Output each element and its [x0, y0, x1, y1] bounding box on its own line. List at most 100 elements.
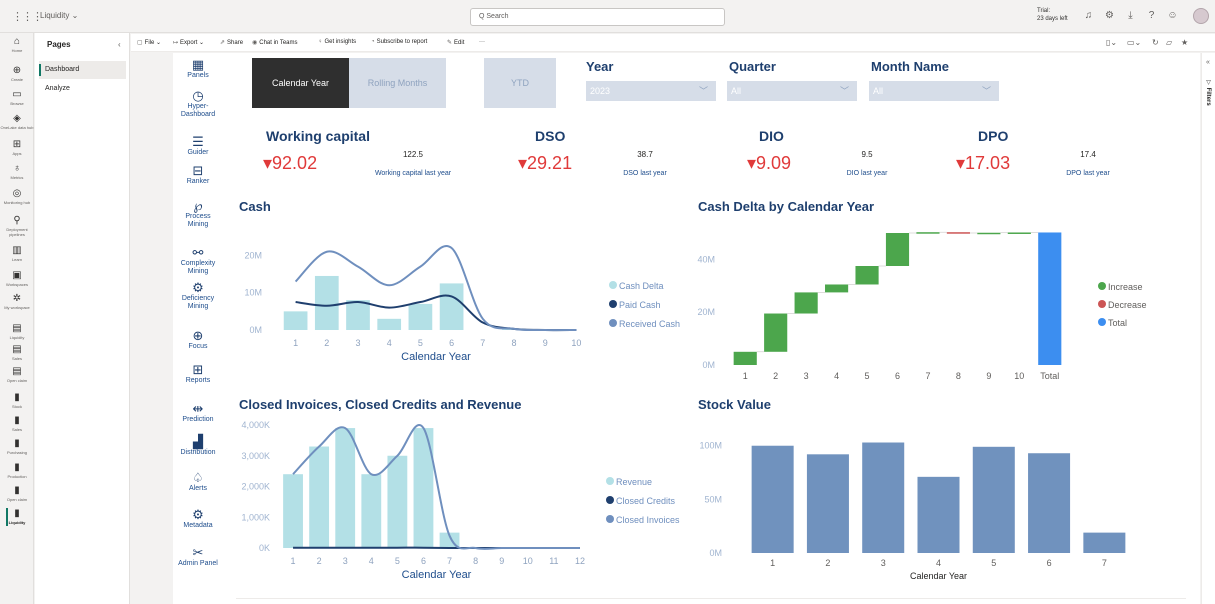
bar-chart-icon: ▮ — [14, 415, 20, 426]
rail-item-label: Monitoring hub — [3, 200, 31, 205]
rail-item-label: Create — [10, 77, 23, 82]
rocket-icon: ⚲ — [13, 215, 21, 226]
plus-icon: ⊕ — [12, 65, 22, 76]
cash-delta-chart[interactable]: 0M 20M 40M 1 2 3 4 5 6 7 8 9 10 Total Increase Decrease… — [690, 225, 1190, 390]
rail-item-stock[interactable]: ▮ Stock — [0, 392, 34, 409]
rail-item-label: My workspace — [4, 305, 30, 310]
rail-item-metrics[interactable]: ♁ Metrics — [0, 163, 34, 180]
nav-focus[interactable]: ⊕ Focus — [176, 328, 220, 351]
rail-item-production[interactable]: ▮ Production — [0, 462, 34, 479]
filters-pane[interactable]: « ▽ Filters — [1201, 53, 1215, 604]
download-icon[interactable]: ⤓ — [1120, 10, 1141, 21]
nav-process-mining[interactable]: ℘ Process Mining — [176, 198, 220, 229]
search-input[interactable]: Q Search — [470, 8, 725, 26]
y-tick-label: 20M — [697, 307, 715, 317]
ranker-icon: ⊟ — [192, 163, 204, 178]
nav-complexity-mining[interactable]: ⚯ Complexity Mining — [176, 245, 220, 276]
rail-item-deployment-pipelines[interactable]: ⚲ Deployment pipelines — [0, 215, 34, 237]
rail-item-open-claim[interactable]: ▤ Open claim — [0, 366, 34, 383]
workspace-breadcrumb[interactable]: Liquidity ⌄ — [40, 11, 78, 20]
top-bar: ⋮⋮⋮ Liquidity ⌄ Q Search Trial: 23 days … — [0, 0, 1215, 33]
x-tick-label: 5 — [865, 371, 870, 381]
rolling-months-button[interactable]: Rolling Months — [349, 58, 446, 108]
avatar[interactable] — [1193, 8, 1209, 24]
rail-item-apps[interactable]: ⊞ Apps — [0, 139, 34, 156]
share-button[interactable]: ⇗ Share — [220, 39, 243, 46]
stock-chart[interactable]: 0M 50M 100M 1 2 3 4 5 6 7 Calendar Year — [690, 425, 1190, 590]
bell-icon[interactable]: ♫ — [1078, 10, 1099, 21]
rail-item-sales[interactable]: ▤ Sales — [0, 344, 34, 361]
ytd-button[interactable]: YTD — [484, 58, 556, 108]
rail-item-purchasing[interactable]: ▮ Purchasing — [0, 438, 34, 455]
nav-distribution[interactable]: ▟ Distribution — [176, 434, 220, 457]
rail-item-liquidity[interactable]: ▮ Liquidity — [0, 508, 34, 526]
quarter-dropdown[interactable]: All ﹀ — [727, 81, 857, 101]
x-tick-label: 4 — [834, 371, 839, 381]
rail-item-my-workspace[interactable]: ✲ My workspace — [0, 293, 34, 310]
nav-admin-panel[interactable]: ✂ Admin Panel — [176, 545, 220, 568]
month-dropdown[interactable]: All ﹀ — [869, 81, 999, 101]
feedback-icon[interactable]: ☺ — [1162, 10, 1183, 21]
nav-guider[interactable]: ☰ Guider — [176, 134, 220, 157]
rail-item-learn[interactable]: ▥ Learn — [0, 245, 34, 262]
insights-button[interactable]: ♀ Get insights — [318, 39, 356, 45]
rail-item-label: Sales — [11, 356, 22, 361]
rail-item-label: Liquidity — [8, 520, 26, 525]
rail-item-workspaces[interactable]: ▣ Workspaces — [0, 270, 34, 287]
nav-ranker[interactable]: ⊟ Ranker — [176, 163, 220, 186]
rail-item-open-claim[interactable]: ▮ Open claim — [0, 485, 34, 502]
view-icon[interactable]: ▭⌄ — [1127, 38, 1141, 47]
trial-status: Trial: 23 days left — [1037, 8, 1068, 22]
bar-cash-delta — [346, 300, 370, 330]
pages-panel: Pages ‹ Dashboard Analyze — [35, 33, 130, 604]
nav-metadata[interactable]: ⚙ Metadata — [176, 507, 220, 530]
x-tick-label: 6 — [449, 338, 454, 348]
page-item-dashboard[interactable]: Dashboard — [39, 61, 126, 79]
bookmark-icon[interactable]: ▯⌄ — [1106, 38, 1117, 47]
rail-item-label: Liquidity — [9, 335, 25, 340]
x-tick-label: 7 — [447, 556, 452, 566]
x-tick-label: 8 — [473, 556, 478, 566]
nav-reports[interactable]: ⊞ Reports — [176, 362, 220, 385]
nav-panels[interactable]: ▦ Panels — [176, 57, 220, 80]
cash-chart[interactable]: 0M 10M 20M 1 2 3 4 5 6 7 8 9 10 Calendar Year Cash Del… — [230, 225, 690, 390]
rail-item-monitoring-hub[interactable]: ◎ Monitoring hub — [0, 188, 34, 205]
rail-item-home[interactable]: ⌂ Home — [0, 36, 34, 53]
help-icon[interactable]: ? — [1141, 10, 1162, 21]
refresh-icon[interactable]: ↻ — [1152, 38, 1159, 47]
rail-item-browse[interactable]: ▭ Browse — [0, 89, 34, 106]
rail-item-liquidity[interactable]: ▤ Liquidity — [0, 323, 34, 340]
nav-prediction[interactable]: ⇹ Prediction — [176, 401, 220, 424]
favorite-icon[interactable]: ★ — [1181, 38, 1188, 47]
more-options[interactable]: ··· — [479, 39, 485, 45]
expand-icon[interactable]: « — [1206, 59, 1210, 66]
y-tick-label: 10M — [244, 288, 262, 298]
app-launcher-icon[interactable]: ⋮⋮⋮ — [12, 10, 43, 23]
nav-hyper-dashboard[interactable]: ◷ Hyper-Dashboard — [176, 88, 220, 119]
file-menu[interactable]: ▢ File ⌄ — [137, 39, 161, 46]
rail-item-onelake-data-hub[interactable]: ◈ OneLake data hub — [0, 113, 34, 130]
subscribe-button[interactable]: ◔ Subscribe to report — [371, 39, 427, 45]
invoices-chart-title: Closed Invoices, Closed Credits and Reve… — [239, 397, 522, 412]
kpi-dso-ly: 38.7 — [637, 150, 653, 159]
kpi-working-capital-value: ▾92.02 — [263, 153, 318, 173]
edit-button[interactable]: ✎ Edit — [447, 39, 464, 46]
x-tick-label: 3 — [355, 338, 360, 348]
comment-icon[interactable]: ▱ — [1166, 38, 1172, 47]
bar-chart-icon: ▮ — [14, 462, 20, 473]
bar-chart-icon: ▮ — [14, 508, 20, 519]
nav-deficiency-mining[interactable]: ⚙ Deficiency Mining — [176, 280, 220, 311]
settings-icon[interactable]: ⚙ — [1099, 10, 1120, 21]
rail-item-sales[interactable]: ▮ Sales — [0, 415, 34, 432]
teams-button[interactable]: ◉ Chat in Teams — [252, 39, 298, 46]
invoices-chart[interactable]: 0K1,000K2,000K3,000K4,000K1 2 3 4 5 6 7 8 9 10 11 1… — [230, 418, 690, 588]
rail-item-create[interactable]: ⊕ Create — [0, 65, 34, 82]
calendar-year-button[interactable]: Calendar Year — [252, 58, 349, 108]
collapse-icon[interactable]: ‹ — [118, 40, 121, 49]
year-dropdown[interactable]: 2023 ﹀ — [586, 81, 716, 101]
page-item-analyze[interactable]: Analyze — [39, 80, 126, 98]
filters-label: ▽ Filters — [1205, 79, 1211, 106]
export-menu[interactable]: ↦ Export ⌄ — [173, 39, 204, 46]
nav-alerts[interactable]: ♤ Alerts — [176, 470, 220, 493]
nav-label: Alerts — [189, 485, 207, 492]
